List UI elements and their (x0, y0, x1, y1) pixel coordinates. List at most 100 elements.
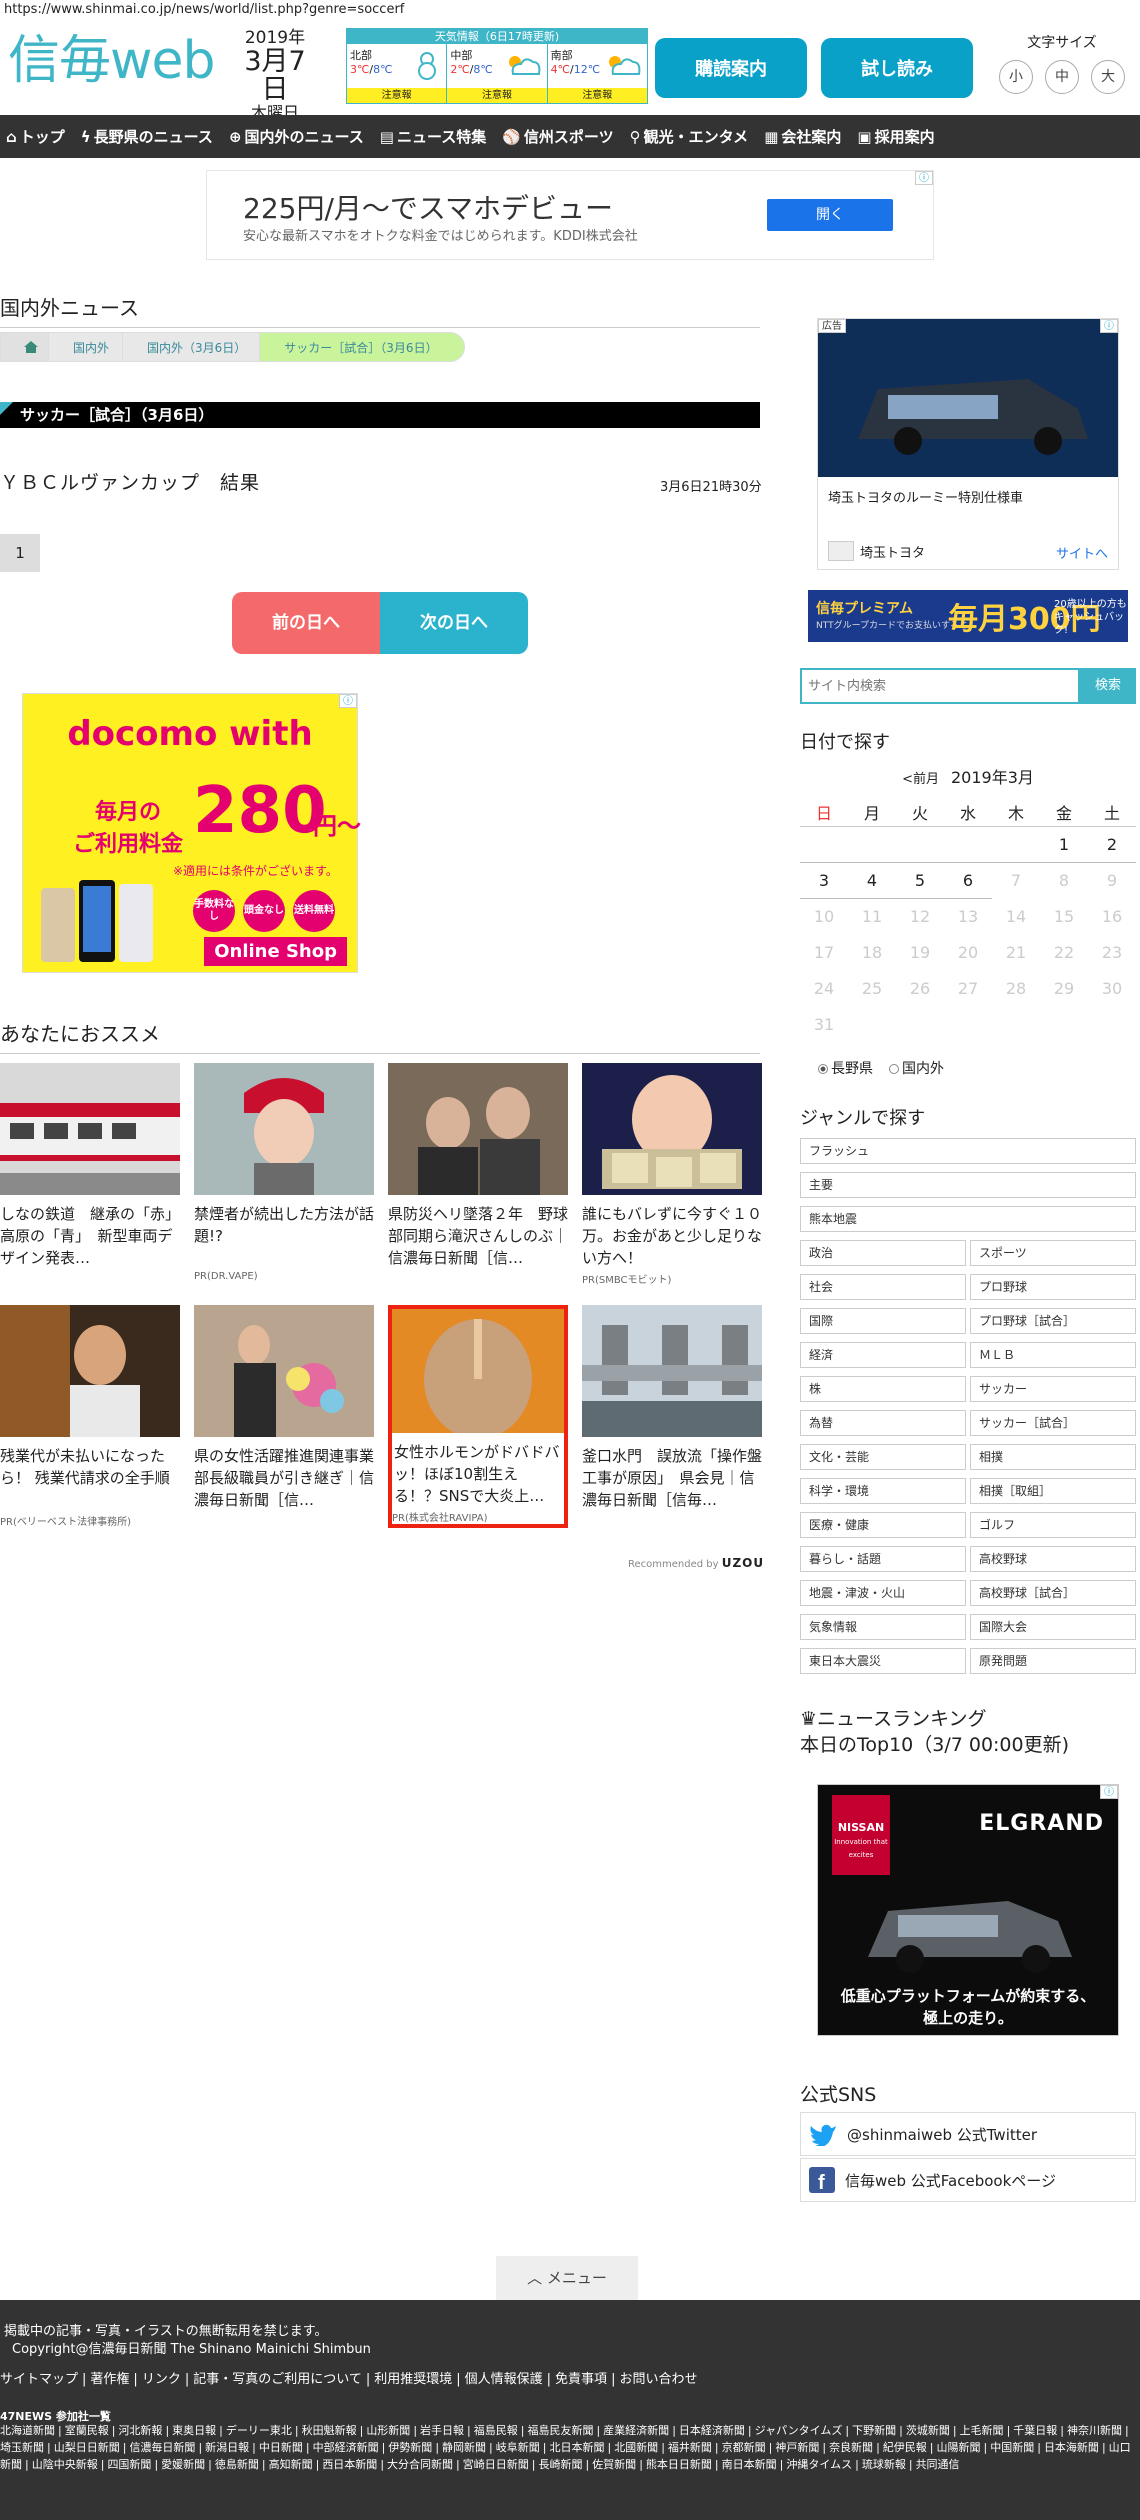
genre-item[interactable]: 経済 (800, 1342, 966, 1368)
font-size-large-button[interactable]: 大 (1091, 60, 1125, 94)
genre-item[interactable]: プロ野球［試合］ (970, 1308, 1136, 1334)
ad-open-button[interactable]: 開く (767, 199, 893, 231)
twitter-link[interactable]: @shinmaiweb 公式Twitter (800, 2112, 1136, 2156)
genre-item[interactable]: 社会 (800, 1274, 966, 1300)
nav-world[interactable]: ⊕ 国内外のニュース (229, 126, 364, 147)
nav-sports[interactable]: ⚾ 信州スポーツ (502, 126, 613, 147)
nav-company[interactable]: ▦ 会社案内 (764, 126, 841, 147)
recommend-card[interactable]: 県防災ヘリ墜落２年 野球部同期ら滝沢さんしのぶ｜信濃毎日新聞［信… (388, 1063, 568, 1271)
prev-day-button[interactable]: 前の日へ (232, 592, 380, 654)
footer-link[interactable]: 著作権 (90, 2372, 129, 2387)
footer-paper-link[interactable]: 埼玉新聞 (0, 2441, 44, 2454)
footer-link[interactable]: サイトマップ (0, 2372, 78, 2387)
search-button[interactable]: 検索 (1080, 668, 1136, 704)
facebook-link[interactable]: f 信毎web 公式Facebookページ (800, 2158, 1136, 2202)
breadcrumb-item[interactable]: 国内外（3月6日） (122, 332, 274, 362)
ad-info-icon[interactable]: ⓘ (1100, 1785, 1118, 1799)
recommend-card[interactable]: 誰にもバレずに今すぐ１０万。お金があと少し足りない方へ！ PR(SMBCモビット… (582, 1063, 762, 1286)
next-day-button[interactable]: 次の日へ (380, 592, 528, 654)
nav-tourism[interactable]: ⚲ 観光・エンタメ (630, 126, 749, 147)
footer-link[interactable]: 記事・写真のご利用について (193, 2372, 362, 2387)
radio-nagano[interactable]: 長野県 (818, 1058, 873, 1078)
ad-info-icon[interactable]: ⓘ (339, 694, 357, 708)
premium-banner[interactable]: 信毎プレミアム NTTグループカードでお支払いすると 毎月300円 20歳以上の… (808, 590, 1128, 642)
footer-paper-link[interactable]: 奈良新聞 (829, 2441, 873, 2454)
footer-link[interactable]: リンク (142, 2372, 181, 2387)
site-logo[interactable]: 信毎web (8, 30, 216, 92)
calendar-day[interactable]: 1 (1040, 826, 1088, 863)
footer-paper-link[interactable]: 茨城新聞 (906, 2424, 950, 2437)
footer-paper-link[interactable]: 京都新聞 (722, 2441, 766, 2454)
weather-region[interactable]: 北部 3℃/8℃ 注意報 (347, 44, 448, 103)
footer-paper-link[interactable]: 福井新聞 (668, 2441, 712, 2454)
genre-item[interactable]: 相撲［取組］ (970, 1478, 1136, 1504)
footer-paper-link[interactable]: 愛媛新聞 (161, 2458, 205, 2471)
footer-paper-link[interactable]: 岩手日報 (420, 2424, 464, 2437)
genre-item[interactable]: 相撲 (970, 1444, 1136, 1470)
footer-paper-link[interactable]: 信濃毎日新聞 (129, 2441, 195, 2454)
nav-feature[interactable]: ▤ ニュース特集 (380, 126, 486, 147)
footer-paper-link[interactable]: ジャパンタイムズ (755, 2424, 843, 2437)
trial-button[interactable]: 試し読み (821, 38, 973, 98)
recommend-card-highlighted[interactable]: 女性ホルモンがドバドバッ！ほぼ10割生える！？SNSで大炎上… PR(株式会社R… (388, 1305, 568, 1528)
menu-toggle-button[interactable]: ︿ メニュー (496, 2256, 638, 2300)
ad-site-link[interactable]: サイトへ (1056, 543, 1108, 562)
genre-item[interactable]: 文化・芸能 (800, 1444, 966, 1470)
nav-recruit[interactable]: ▣ 採用案内 (857, 126, 934, 147)
recommend-card[interactable]: 県の女性活躍推進関連事業 部長級職員が引き継ぎ｜信濃毎日新聞［信… (194, 1305, 374, 1513)
genre-item[interactable]: ゴルフ (970, 1512, 1136, 1538)
footer-paper-link[interactable]: 千葉日報 (1013, 2424, 1057, 2437)
recommend-card[interactable]: 禁煙者が続出した方法が話題!? PR(DR.VAPE) (194, 1063, 374, 1282)
recommended-by[interactable]: Recommended by UZOU (628, 1556, 764, 1570)
genre-item[interactable]: 株 (800, 1376, 966, 1402)
footer-paper-link[interactable]: 宮崎日日新聞 (463, 2458, 529, 2471)
footer-paper-link[interactable]: 北海道新聞 (0, 2424, 55, 2437)
footer-paper-link[interactable]: 西日本新聞 (322, 2458, 377, 2471)
genre-item[interactable]: 原発問題 (970, 1648, 1136, 1674)
nav-top[interactable]: ⌂ トップ (6, 126, 65, 147)
article-link[interactable]: ＹＢＣルヴァンカップ 結果 (0, 468, 760, 495)
search-input[interactable] (800, 668, 1080, 704)
calendar-prev-month[interactable]: <前月 (902, 772, 939, 787)
recommend-card[interactable]: 釜口水門 誤放流「操作盤工事が原因」 県会見｜信濃毎日新聞［信毎… (582, 1305, 762, 1513)
footer-paper-link[interactable]: 日本経済新聞 (679, 2424, 745, 2437)
footer-paper-link[interactable]: 紀伊民報 (883, 2441, 927, 2454)
footer-paper-link[interactable]: 中部経済新聞 (313, 2441, 379, 2454)
footer-paper-link[interactable]: 静岡新聞 (442, 2441, 486, 2454)
footer-paper-link[interactable]: 上毛新聞 (960, 2424, 1004, 2437)
footer-paper-link[interactable]: 徳島新聞 (215, 2458, 259, 2471)
genre-item[interactable]: 医療・健康 (800, 1512, 966, 1538)
footer-paper-link[interactable]: 中国新聞 (990, 2441, 1034, 2454)
top-banner-ad[interactable]: ⓘ 225円/月〜でスマホデビュー 安心な最新スマホをオトクな料金ではじめられま… (206, 170, 934, 260)
footer-paper-link[interactable]: 四国新聞 (107, 2458, 151, 2471)
genre-item[interactable]: 為替 (800, 1410, 966, 1436)
docomo-ad[interactable]: ⓘ docomo with 毎月の ご利用料金 280 円〜 ※適用には条件がござ… (22, 693, 361, 973)
radio-world[interactable]: 国内外 (889, 1058, 944, 1078)
footer-paper-link[interactable]: 新潟日報 (205, 2441, 249, 2454)
nissan-ad[interactable]: ⓘ NISSAN Innovation that excites ELGRAND … (817, 1784, 1119, 2036)
footer-paper-link[interactable]: 琉球新報 (862, 2458, 906, 2471)
genre-item[interactable]: サッカー (970, 1376, 1136, 1402)
genre-item[interactable]: サッカー［試合］ (970, 1410, 1136, 1436)
footer-link[interactable]: 個人情報保護 (465, 2372, 543, 2387)
genre-item[interactable]: プロ野球 (970, 1274, 1136, 1300)
footer-paper-link[interactable]: 日本海新聞 (1044, 2441, 1099, 2454)
footer-paper-link[interactable]: 長崎新聞 (538, 2458, 582, 2471)
footer-paper-link[interactable]: 河北新報 (118, 2424, 162, 2437)
footer-paper-link[interactable]: 室蘭民報 (65, 2424, 109, 2437)
footer-paper-link[interactable]: 伊勢新聞 (388, 2441, 432, 2454)
genre-item[interactable]: 高校野球［試合］ (970, 1580, 1136, 1606)
recommend-card[interactable]: 残業代が未払いになったら！ 残業代請求の全手順 PR(ベリーベスト法律事務所) (0, 1305, 180, 1528)
footer-paper-link[interactable]: 南日本新聞 (722, 2458, 777, 2471)
genre-item[interactable]: 主要 (800, 1172, 1136, 1198)
weather-region[interactable]: 中部 2℃/8℃ 注意報 (447, 44, 548, 103)
footer-paper-link[interactable]: 大分合同新聞 (387, 2458, 453, 2471)
footer-paper-link[interactable]: 佐賀新聞 (592, 2458, 636, 2471)
genre-item[interactable]: 国際 (800, 1308, 966, 1334)
ad-info-icon[interactable]: ⓘ (1100, 319, 1118, 333)
footer-paper-link[interactable]: 北日本新聞 (549, 2441, 604, 2454)
genre-item[interactable]: 科学・環境 (800, 1478, 966, 1504)
font-size-small-button[interactable]: 小 (999, 60, 1033, 94)
calendar-day[interactable]: 4 (848, 862, 896, 899)
footer-link[interactable]: 利用推奨環境 (374, 2372, 452, 2387)
